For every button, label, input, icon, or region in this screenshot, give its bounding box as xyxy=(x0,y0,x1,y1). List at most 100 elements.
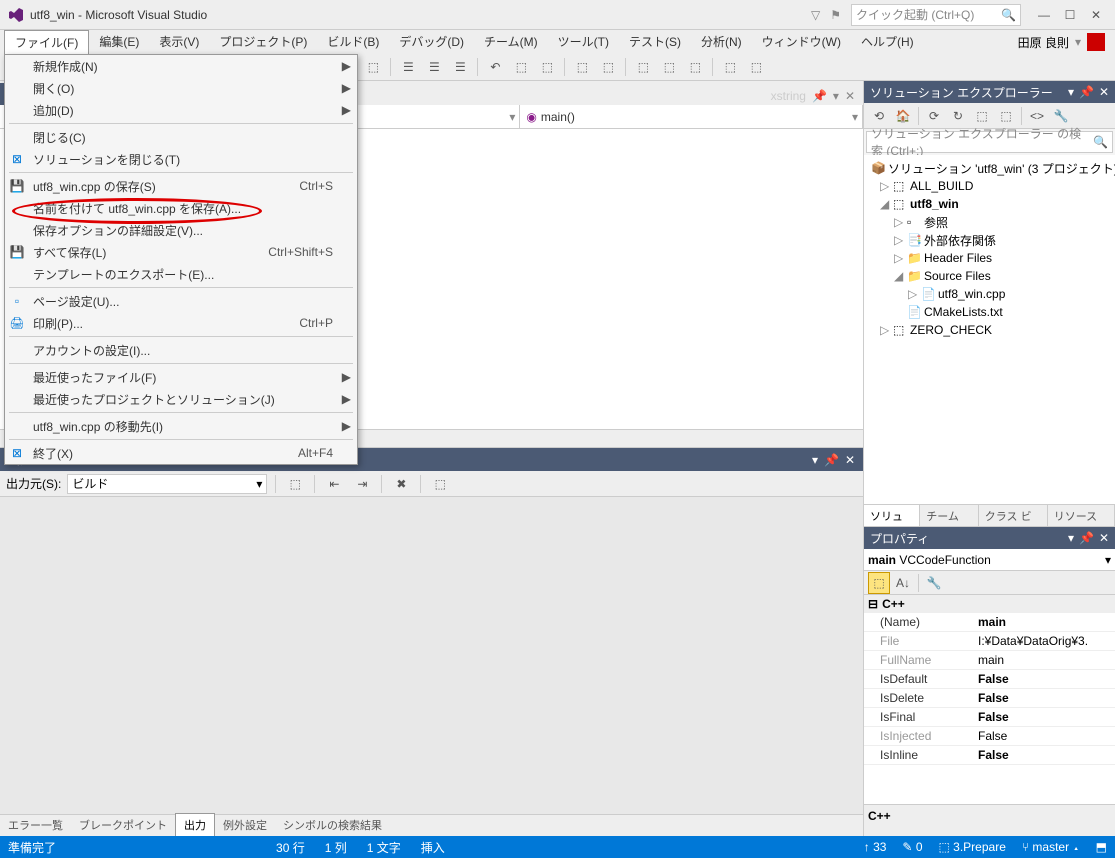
file-menu-item[interactable]: 💾utf8_win.cpp の保存(S)Ctrl+S xyxy=(5,175,357,197)
close-button[interactable]: ✕ xyxy=(1085,4,1107,26)
panel-pin-icon[interactable]: 📌 xyxy=(824,453,839,467)
prop-pin-icon[interactable]: 📌 xyxy=(1079,531,1094,545)
sol-back-icon[interactable]: ⟲ xyxy=(868,105,890,127)
sol-home-icon[interactable]: 🏠 xyxy=(892,105,914,127)
status-prep[interactable]: ⬚ 3.Prepare xyxy=(939,840,1006,854)
minimize-button[interactable]: — xyxy=(1033,4,1055,26)
menu-item[interactable]: プロジェクト(P) xyxy=(209,30,317,54)
tb-icon-12[interactable]: ⬚ xyxy=(684,56,706,78)
tree-node[interactable]: ◢📁Source Files xyxy=(866,267,1113,285)
menu-item[interactable]: テスト(S) xyxy=(619,30,691,54)
file-menu-item[interactable]: 🖨印刷(P)...Ctrl+P xyxy=(5,312,357,334)
prop-cat-icon[interactable]: ⬚ xyxy=(868,572,890,594)
menu-item[interactable]: ビルド(B) xyxy=(317,30,389,54)
file-menu-item[interactable]: アカウントの設定(I)... xyxy=(5,339,357,361)
tree-node[interactable]: 📄CMakeLists.txt xyxy=(866,303,1113,321)
scope-right[interactable]: ◉main() xyxy=(520,105,863,128)
tb-icon-7[interactable]: ⬚ xyxy=(536,56,558,78)
right-panel-tab[interactable]: リソース ビ... xyxy=(1048,505,1115,526)
doc-menu-icon[interactable]: ▾ xyxy=(833,89,839,103)
file-menu-item[interactable]: 追加(D)▶ xyxy=(5,99,357,121)
file-menu-item[interactable]: テンプレートのエクスポート(E)... xyxy=(5,263,357,285)
sol-close-icon[interactable]: ✕ xyxy=(1099,85,1109,99)
tb-icon-6[interactable]: ⬚ xyxy=(510,56,532,78)
editor-tab-right[interactable]: xstring xyxy=(771,89,806,103)
property-row[interactable]: FullNamemain xyxy=(864,651,1115,670)
right-panel-tab[interactable]: チーム エ... xyxy=(920,505,978,526)
right-panel-tab[interactable]: ソリュー... xyxy=(864,505,920,526)
sol-prop-icon[interactable]: 🔧 xyxy=(1050,105,1072,127)
menu-item[interactable]: ヘルプ(H) xyxy=(851,30,924,54)
sol-pin-icon[interactable]: 📌 xyxy=(1079,85,1094,99)
tb-icon-9[interactable]: ⬚ xyxy=(597,56,619,78)
menu-item[interactable]: ファイル(F) xyxy=(4,30,89,54)
output-tab[interactable]: エラー一覧 xyxy=(0,814,71,836)
menu-item[interactable]: ツール(T) xyxy=(548,30,619,54)
property-row[interactable]: (Name)main xyxy=(864,613,1115,632)
prop-az-icon[interactable]: A↓ xyxy=(892,572,914,594)
file-menu-item[interactable]: 閉じる(C) xyxy=(5,126,357,148)
prop-category[interactable]: ⊟C++ xyxy=(864,595,1115,613)
out-icon-2[interactable]: ⇤ xyxy=(323,473,345,495)
tree-node[interactable]: ▷▫参照 xyxy=(866,213,1113,231)
output-tab[interactable]: シンボルの検索結果 xyxy=(275,814,390,836)
property-row[interactable]: IsInlineFalse xyxy=(864,746,1115,765)
sol-showall-icon[interactable]: ⬚ xyxy=(971,105,993,127)
sol-dropdown-icon[interactable]: ▾ xyxy=(1068,85,1074,99)
sol-code-icon[interactable]: <> xyxy=(1026,105,1048,127)
sol-collapse-icon[interactable]: ⬚ xyxy=(995,105,1017,127)
out-icon-5[interactable]: ⬚ xyxy=(429,473,451,495)
output-body[interactable] xyxy=(0,497,863,814)
sol-sync-icon[interactable]: ⟳ xyxy=(923,105,945,127)
property-row[interactable]: IsDeleteFalse xyxy=(864,689,1115,708)
user-avatar[interactable] xyxy=(1087,33,1105,51)
tree-node[interactable]: ▷📄utf8_win.cpp xyxy=(866,285,1113,303)
tb-icon-8[interactable]: ⬚ xyxy=(571,56,593,78)
solution-tree[interactable]: 📦ソリューション 'utf8_win' (3 プロジェクト)▷⬚ALL_BUIL… xyxy=(864,155,1115,504)
tb-icon-5[interactable]: ↶ xyxy=(484,56,506,78)
menu-item[interactable]: 分析(N) xyxy=(691,30,752,54)
tb-icon-4[interactable]: ☰ xyxy=(449,56,471,78)
out-icon-1[interactable]: ⬚ xyxy=(284,473,306,495)
sol-refresh-icon[interactable]: ↻ xyxy=(947,105,969,127)
feedback-icon[interactable]: ⚑ xyxy=(830,8,841,22)
status-branch[interactable]: ⑂ master ▴ xyxy=(1022,840,1080,854)
output-tab[interactable]: 例外設定 xyxy=(215,814,275,836)
solution-search-input[interactable]: ソリューション エクスプローラー の検索 (Ctrl+:) 🔍 xyxy=(866,131,1113,153)
status-err[interactable]: ✎ 0 xyxy=(902,840,922,854)
tree-node[interactable]: 📦ソリューション 'utf8_win' (3 プロジェクト) xyxy=(866,159,1113,177)
menu-item[interactable]: ウィンドウ(W) xyxy=(752,30,851,54)
quick-launch-input[interactable]: クイック起動 (Ctrl+Q) 🔍 xyxy=(851,4,1021,26)
file-menu-item[interactable]: 最近使ったファイル(F)▶ xyxy=(5,366,357,388)
prop-wrench-icon[interactable]: 🔧 xyxy=(923,572,945,594)
file-menu-item[interactable]: utf8_win.cpp の移動先(I)▶ xyxy=(5,415,357,437)
file-menu-item[interactable]: ⊠終了(X)Alt+F4 xyxy=(5,442,357,464)
tb-icon-13[interactable]: ⬚ xyxy=(719,56,741,78)
panel-dropdown-icon[interactable]: ▾ xyxy=(812,453,818,467)
right-panel-tab[interactable]: クラス ビュー xyxy=(979,505,1048,526)
properties-object-combo[interactable]: main VCCodeFunction ▾ xyxy=(864,549,1115,571)
notifications-icon[interactable]: ▽ xyxy=(811,8,820,22)
file-menu-item[interactable]: 保存オプションの詳細設定(V)... xyxy=(5,219,357,241)
panel-close-icon[interactable]: ✕ xyxy=(845,453,855,467)
tree-node[interactable]: ◢⬚utf8_win xyxy=(866,195,1113,213)
tb-icon-14[interactable]: ⬚ xyxy=(745,56,767,78)
tree-node[interactable]: ▷📁Header Files xyxy=(866,249,1113,267)
menu-item[interactable]: 編集(E) xyxy=(89,30,149,54)
properties-grid[interactable]: ⊟C++ (Name)mainFileI:¥Data¥DataOrig¥3.Fu… xyxy=(864,595,1115,804)
file-menu-item[interactable]: 新規作成(N)▶ xyxy=(5,55,357,77)
property-row[interactable]: FileI:¥Data¥DataOrig¥3. xyxy=(864,632,1115,651)
file-menu-item[interactable]: 名前を付けて utf8_win.cpp を保存(A)... xyxy=(5,197,357,219)
prop-dropdown-icon[interactable]: ▾ xyxy=(1068,531,1074,545)
out-icon-3[interactable]: ⇥ xyxy=(351,473,373,495)
property-row[interactable]: IsInjectedFalse xyxy=(864,727,1115,746)
tb-icon-10[interactable]: ⬚ xyxy=(632,56,654,78)
status-publish-icon[interactable]: ⬒ xyxy=(1096,840,1107,854)
tree-node[interactable]: ▷⬚ALL_BUILD xyxy=(866,177,1113,195)
output-tab[interactable]: ブレークポイント xyxy=(71,814,175,836)
file-menu-item[interactable]: 💾すべて保存(L)Ctrl+Shift+S xyxy=(5,241,357,263)
prop-close-icon[interactable]: ✕ xyxy=(1099,531,1109,545)
tb-icon-3[interactable]: ☰ xyxy=(423,56,445,78)
tree-node[interactable]: ▷📑外部依存関係 xyxy=(866,231,1113,249)
close-tab-icon[interactable]: ✕ xyxy=(845,89,855,103)
